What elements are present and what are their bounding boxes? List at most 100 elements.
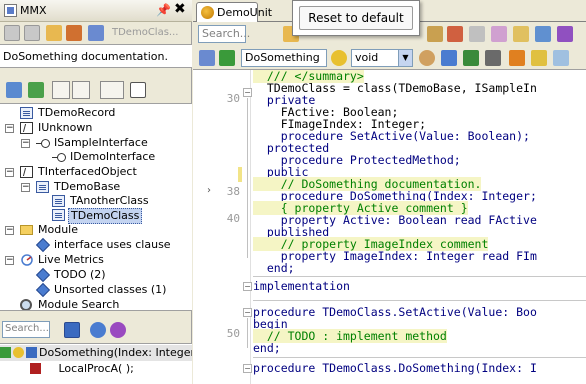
collapse-toggle[interactable]: −: [5, 168, 14, 177]
line-number: 30: [226, 92, 240, 105]
class-tree: TDemoRecord − IUnknown − ISampleInterfac…: [0, 103, 192, 311]
close-icon[interactable]: [447, 26, 463, 42]
layout-icon[interactable]: [130, 82, 146, 98]
expand-button[interactable]: [52, 81, 70, 99]
method-icon[interactable]: [219, 50, 235, 66]
code-line: end;: [253, 261, 295, 275]
code-editor[interactable]: 30 › 38 40 50 − − − − /// </summary> TDe…: [193, 70, 586, 384]
mmx-icon: [4, 4, 17, 17]
return-type-value: void: [355, 51, 379, 64]
fold-toggle[interactable]: −: [243, 282, 252, 291]
editor-panel: DemoUnit Reset to default Search... DoSo…: [193, 0, 586, 384]
section-divider: [253, 357, 586, 358]
virtual-icon: [26, 347, 37, 358]
chevron-down-icon[interactable]: ▼: [398, 50, 412, 66]
refresh-icon[interactable]: [90, 322, 106, 338]
options-icon[interactable]: [557, 26, 573, 42]
tab-demounit[interactable]: DemoUnit: [196, 2, 272, 22]
override-icon[interactable]: [485, 50, 501, 66]
code-line: implementation: [253, 279, 350, 293]
line-number: 50: [226, 327, 240, 340]
fold-guide: [247, 98, 248, 258]
member-list: DoSomething(Index: Integer; Co LocalProc…: [0, 343, 192, 384]
edit-icon[interactable]: [46, 25, 62, 41]
documentation-text: DoSomething documentation.: [3, 50, 168, 63]
format-icon[interactable]: [491, 26, 507, 42]
list-item[interactable]: DoSomething(Index: Integer; Co: [0, 345, 192, 361]
options-icon[interactable]: [110, 322, 126, 338]
ide-window: MMX 📌 ✖ TDemoClas... DoSomething documen…: [0, 0, 586, 384]
section-divider: [253, 276, 586, 277]
code-line: property ImageIndex: Integer read FIm: [253, 249, 537, 263]
list-item[interactable]: LocalProcA( );: [30, 361, 192, 377]
section-divider: [253, 300, 586, 301]
fold-toggle[interactable]: −: [243, 364, 252, 373]
clipboard-icon[interactable]: [66, 25, 82, 41]
filter-icon[interactable]: [64, 322, 80, 338]
tab-label: DemoUnit: [217, 6, 273, 19]
tree-toolbar: [0, 78, 192, 102]
fold-toggle[interactable]: −: [243, 308, 252, 317]
collapse-toggle[interactable]: −: [5, 124, 14, 133]
code-line: end;: [253, 341, 281, 355]
diamond-icon: [35, 237, 51, 253]
member-name-field[interactable]: DoSomething: [241, 49, 327, 67]
folder-icon: [20, 225, 33, 235]
class-icon: [20, 166, 33, 178]
metrics-icon: [20, 253, 34, 266]
collapse-toggle[interactable]: −: [21, 139, 30, 148]
class-icon: [52, 209, 65, 221]
collapse-toggle[interactable]: −: [5, 256, 14, 265]
unit-icon: [201, 6, 214, 19]
abstract-icon[interactable]: [509, 50, 525, 66]
navigate-icon[interactable]: [535, 26, 551, 42]
editor-search-input[interactable]: Search...: [198, 25, 250, 43]
mmx-panel-titlebar: MMX 📌 ✖: [0, 0, 192, 22]
interface-icon: [20, 122, 33, 134]
fold-toggle[interactable]: −: [243, 88, 252, 97]
selected-class-label: TDemoClas...: [112, 27, 179, 38]
change-marker: [238, 167, 242, 182]
reset-to-default-button[interactable]: Reset to default: [299, 6, 413, 30]
member-label: LocalProcA( );: [58, 362, 134, 375]
cancel-icon[interactable]: [24, 25, 40, 41]
settings-icon[interactable]: [28, 82, 44, 98]
interface-lollipop-icon: [52, 151, 66, 163]
code-area: /// </summary> TDemoClass = class(TDemoB…: [253, 70, 586, 384]
visibility-icon[interactable]: [331, 50, 347, 66]
class-icon[interactable]: [441, 50, 457, 66]
line-number: 40: [226, 212, 240, 225]
add-icon[interactable]: [6, 82, 22, 98]
class-icon: [36, 181, 49, 193]
return-type-select[interactable]: void ▼: [351, 49, 413, 67]
inline-icon[interactable]: [553, 50, 569, 66]
sort-button[interactable]: [100, 81, 124, 99]
layout-icon[interactable]: [199, 50, 215, 66]
undo-icon[interactable]: [469, 26, 485, 42]
line-number: 38: [226, 185, 240, 198]
globe-icon[interactable]: [419, 50, 435, 66]
collapse-toggle[interactable]: −: [5, 226, 14, 235]
close-icon[interactable]: ✖: [174, 1, 186, 17]
bookmark-icon[interactable]: [513, 26, 529, 42]
spellcheck-icon[interactable]: [88, 25, 104, 41]
lightning-icon[interactable]: [531, 50, 547, 66]
diamond-icon: [35, 267, 51, 283]
paste-icon[interactable]: [427, 26, 443, 42]
member-search-input[interactable]: Search...: [2, 321, 50, 338]
pin-icon[interactable]: 📌: [156, 3, 171, 17]
documentation-bar: DoSomething documentation.: [0, 44, 192, 68]
class-icon: [52, 195, 65, 207]
check-icon[interactable]: [4, 25, 20, 41]
record-icon: [20, 107, 33, 119]
editor-toolbar-member: DoSomething void ▼: [193, 46, 586, 70]
code-line: // TODO : implement method: [253, 329, 447, 343]
member-search-row: Search...: [0, 318, 192, 342]
local-proc-icon: [30, 363, 41, 374]
mmx-panel-title: MMX: [20, 4, 47, 17]
collapse-button[interactable]: [72, 81, 90, 99]
virtual-icon[interactable]: [463, 50, 479, 66]
public-icon: [13, 347, 24, 358]
collapse-toggle[interactable]: −: [21, 183, 30, 192]
mmx-panel: MMX 📌 ✖ TDemoClas... DoSomething documen…: [0, 0, 192, 384]
